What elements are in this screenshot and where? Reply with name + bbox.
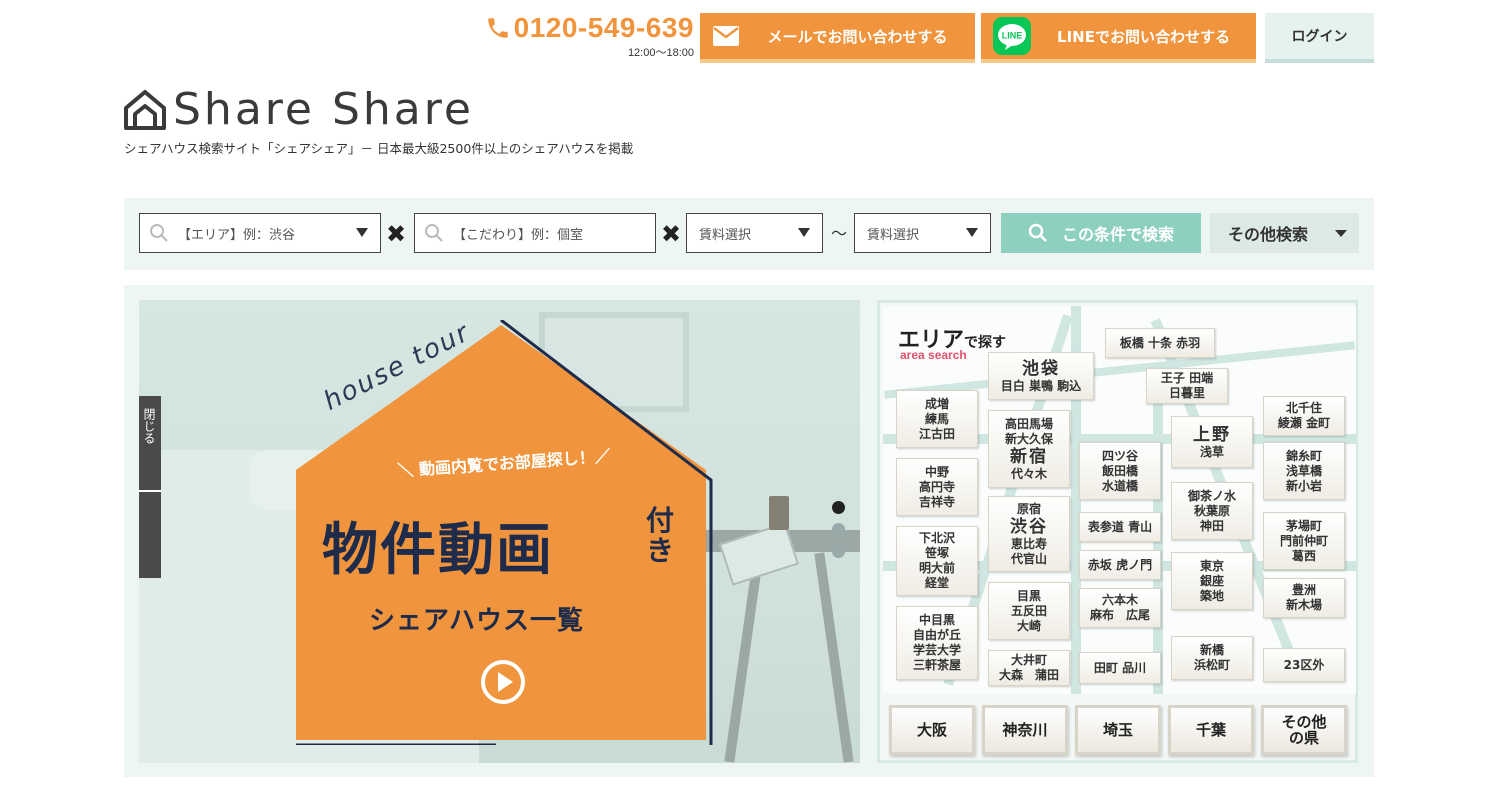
area-shinbashi[interactable]: 新橋 浜松町: [1171, 636, 1253, 680]
area-shibuya[interactable]: 原宿 渋谷 恵比寿 代官山: [988, 496, 1070, 572]
slider-dot-3[interactable]: [832, 545, 845, 558]
pref-saitama-button[interactable]: 埼玉: [1075, 705, 1161, 755]
line-icon: LINE: [981, 17, 1043, 55]
slider-pagination: [832, 501, 845, 567]
rent-max-select[interactable]: 賃料選択: [854, 213, 991, 253]
rent-min-value: 賃料選択: [699, 227, 752, 243]
caret-down-icon: [966, 228, 978, 237]
envelope-icon: [700, 26, 752, 46]
area-search-select[interactable]: 【エリア】例：渋谷: [139, 213, 381, 253]
search-button[interactable]: この条件で検索: [1001, 213, 1201, 253]
times-separator-icon: ✖: [386, 220, 407, 248]
area-omotesando[interactable]: 表参道 青山: [1079, 512, 1161, 542]
area-nakano[interactable]: 中野 高円寺 吉祥寺: [896, 458, 978, 516]
search-icon: [1028, 223, 1047, 242]
search-bar: 【エリア】例：渋谷 ✖ 【こだわり】例：個室 ✖ 賃料選択 〜 賃料選択 この条…: [124, 198, 1374, 270]
caret-down-icon: [1335, 230, 1347, 237]
search-icon: [140, 223, 178, 243]
area-ochanomizu[interactable]: 御茶ノ水 秋葉原 神田: [1171, 482, 1253, 540]
page: 0120-549-639 12:00〜18:00 メールでお問い合わせする LI…: [0, 0, 1497, 787]
phone-contact[interactable]: 0120-549-639 12:00〜18:00: [458, 12, 694, 60]
area-search-subtitle: area search: [900, 348, 967, 362]
banner-subtitle: シェアハウス一覧: [369, 606, 584, 636]
area-shimokitazawa[interactable]: 下北沢 笹塚 明大前 経堂: [896, 526, 978, 596]
area-tokyo[interactable]: 東京 銀座 築地: [1171, 552, 1253, 610]
rent-min-select[interactable]: 賃料選択: [686, 213, 823, 253]
banner-title-suffix: 付き: [646, 504, 675, 567]
slider-dot-2[interactable]: [832, 523, 845, 536]
area-yotsuya[interactable]: 四ツ谷 飯田橋 水道橋: [1079, 442, 1161, 500]
area-search-map: エリアで探す area search 板橋 十条 赤羽 池袋 目白 巣鴨 駒込 …: [877, 300, 1358, 763]
area-placeholder: 【エリア】例：渋谷: [178, 227, 296, 243]
range-tilde: 〜: [831, 224, 848, 243]
area-tamachi[interactable]: 田町 品川: [1079, 652, 1161, 684]
area-map-canvas: エリアで探す area search 板橋 十条 赤羽 池袋 目白 巣鴨 駒込 …: [883, 306, 1356, 694]
house-logo-icon: [124, 89, 166, 130]
pref-other-button[interactable]: その他の県: [1261, 705, 1347, 755]
side-tab-text: 閉じる: [142, 408, 156, 444]
other-search-label: その他検索: [1228, 225, 1309, 244]
rent-max-value: 賃料選択: [867, 227, 920, 243]
mail-contact-label: メールでお問い合わせする: [767, 27, 948, 46]
area-meguro[interactable]: 目黒 五反田 大崎: [988, 582, 1070, 640]
area-nakameguro[interactable]: 中目黒 自由が丘 学芸大学 三軒茶屋: [896, 606, 978, 680]
other-search-button[interactable]: その他検索: [1210, 213, 1359, 253]
kodawari-placeholder: 【こだわり】例：個室: [453, 227, 584, 243]
line-contact-label: LINEでお問い合わせする: [1057, 27, 1230, 46]
search-icon: [415, 223, 453, 243]
site-logo[interactable]: Share Share: [123, 84, 474, 135]
search-button-label: この条件で検索: [1061, 225, 1174, 244]
area-kayabacho[interactable]: 茅場町 門前仲町 葛西: [1263, 512, 1345, 570]
phone-number-text: 0120-549-639: [513, 12, 694, 43]
pref-kanagawa-button[interactable]: 神奈川: [982, 705, 1068, 755]
login-button[interactable]: ログイン: [1265, 13, 1374, 63]
area-outside-23-wards[interactable]: 23区外: [1263, 648, 1345, 682]
banner-title: 物件動画: [322, 518, 554, 583]
side-close-tab[interactable]: 閉じる: [139, 396, 161, 578]
slider-dot-1[interactable]: [832, 501, 845, 514]
caret-down-icon: [798, 228, 810, 237]
area-ikebukuro[interactable]: 池袋 目白 巣鴨 駒込: [988, 352, 1094, 400]
mail-contact-button[interactable]: メールでお問い合わせする: [700, 13, 975, 63]
phone-icon: [487, 18, 508, 38]
pref-chiba-button[interactable]: 千葉: [1168, 705, 1254, 755]
site-tagline: シェアハウス検索サイト「シェアシェア」－ 日本最大級2500件以上のシェアハウス…: [124, 141, 634, 156]
area-toyosu[interactable]: 豊洲 新木場: [1263, 578, 1345, 618]
play-icon[interactable]: [479, 658, 527, 706]
logo-text: Share Share: [173, 84, 474, 135]
hero-slider[interactable]: house tour ＼ 動画内覧でお部屋探し！／ 物件動画 付き シェアハウス…: [139, 300, 860, 763]
area-shinjuku[interactable]: 高田馬場 新大久保 新宿 代々木: [988, 410, 1070, 488]
area-roppongi[interactable]: 六本木 麻布 広尾: [1079, 588, 1161, 628]
area-kitasenju[interactable]: 北千住 綾瀬 金町: [1263, 396, 1345, 436]
area-itabashi[interactable]: 板橋 十条 赤羽: [1105, 328, 1215, 358]
line-contact-button[interactable]: LINE LINEでお問い合わせする: [981, 13, 1256, 63]
line-icon-text: LINE: [1002, 31, 1023, 41]
phone-number[interactable]: 0120-549-639: [485, 12, 694, 44]
caret-down-icon: [356, 228, 368, 237]
area-oji[interactable]: 王子 田端 日暮里: [1146, 368, 1228, 404]
area-ueno[interactable]: 上野 浅草: [1171, 416, 1253, 468]
area-narimasu[interactable]: 成増 練馬 江古田: [896, 390, 978, 448]
area-kinshicho[interactable]: 錦糸町 浅草橋 新小岩: [1263, 442, 1345, 500]
pref-osaka-button[interactable]: 大阪: [889, 705, 975, 755]
business-hours: 12:00〜18:00: [627, 47, 694, 59]
side-tab-segment: 閉じる: [139, 396, 161, 492]
kodawari-search-input[interactable]: 【こだわり】例：個室: [414, 213, 656, 253]
area-oimachi[interactable]: 大井町 大森 蒲田: [988, 650, 1070, 686]
area-akasaka[interactable]: 赤坂 虎ノ門: [1079, 550, 1161, 580]
times-separator-icon: ✖: [661, 220, 682, 248]
